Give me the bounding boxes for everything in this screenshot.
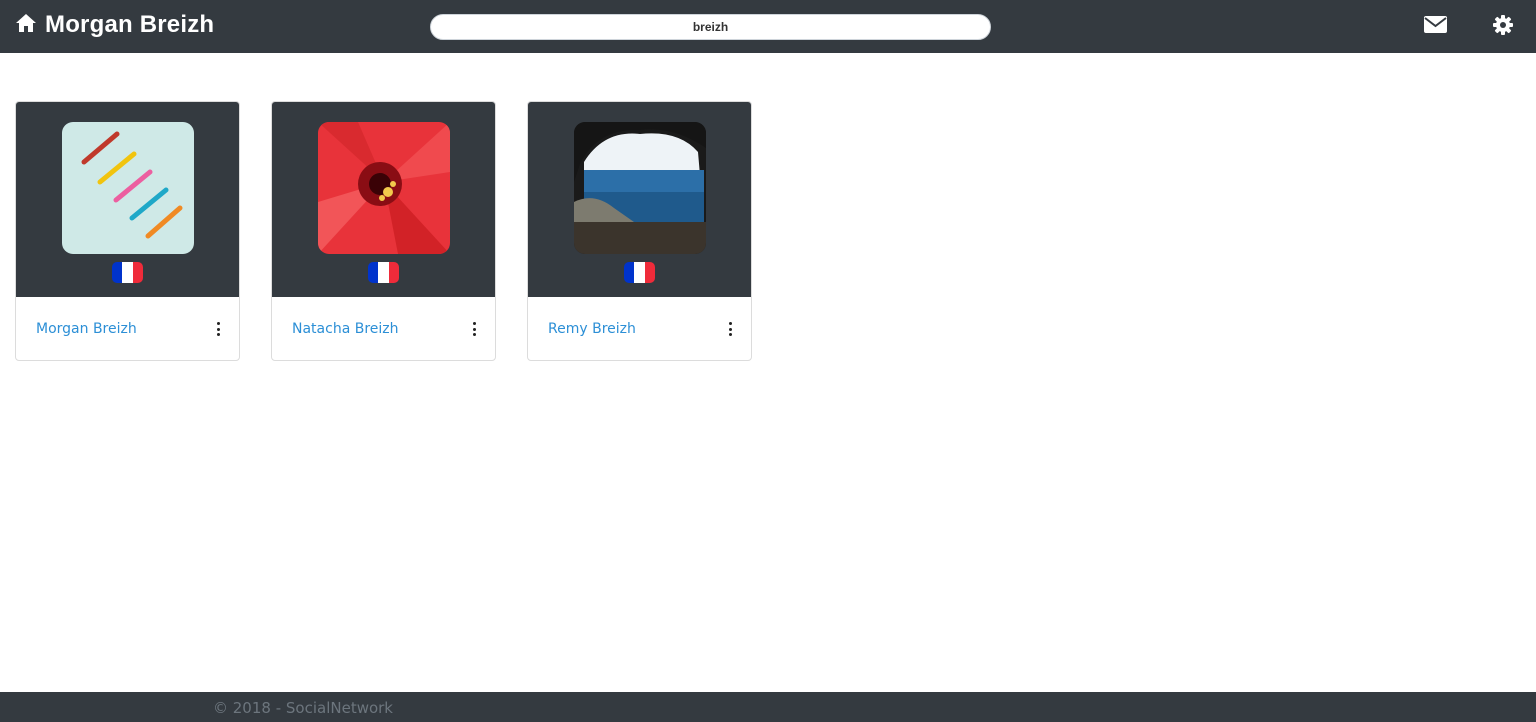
gear-icon [1493,14,1513,40]
user-card: Remy Breizh [527,101,752,361]
card-header [528,102,751,297]
card-header [272,102,495,297]
messages-button[interactable] [1423,16,1447,38]
user-name-link[interactable]: Natacha Breizh [292,321,399,337]
user-name-link[interactable]: Morgan Breizh [36,321,137,337]
avatar[interactable] [574,122,706,254]
france-flag-icon [112,262,143,283]
search-input[interactable] [430,14,991,40]
user-name-link[interactable]: Remy Breizh [548,321,636,337]
footer: © 2018 - SocialNetwork [0,692,1536,722]
user-card: Natacha Breizh [271,101,496,361]
more-options-icon[interactable] [725,321,735,337]
copyright-text: © 2018 - SocialNetwork [213,699,393,717]
settings-button[interactable] [1491,14,1515,40]
colored-pencils-photo [62,122,194,254]
page-title: Morgan Breizh [45,11,215,38]
more-options-icon[interactable] [469,321,479,337]
more-options-icon[interactable] [213,321,223,337]
home-icon [15,13,37,38]
red-hibiscus-photo [318,122,450,254]
envelope-icon [1423,16,1447,38]
card-header [16,102,239,297]
navbar: Morgan Breizh [0,0,1536,53]
avatar[interactable] [318,122,450,254]
home-link[interactable]: Morgan Breizh [15,10,214,40]
avatar[interactable] [62,122,194,254]
sea-cave-photo [574,122,706,254]
france-flag-icon [624,262,655,283]
user-card: Morgan Breizh [15,101,240,361]
france-flag-icon [368,262,399,283]
